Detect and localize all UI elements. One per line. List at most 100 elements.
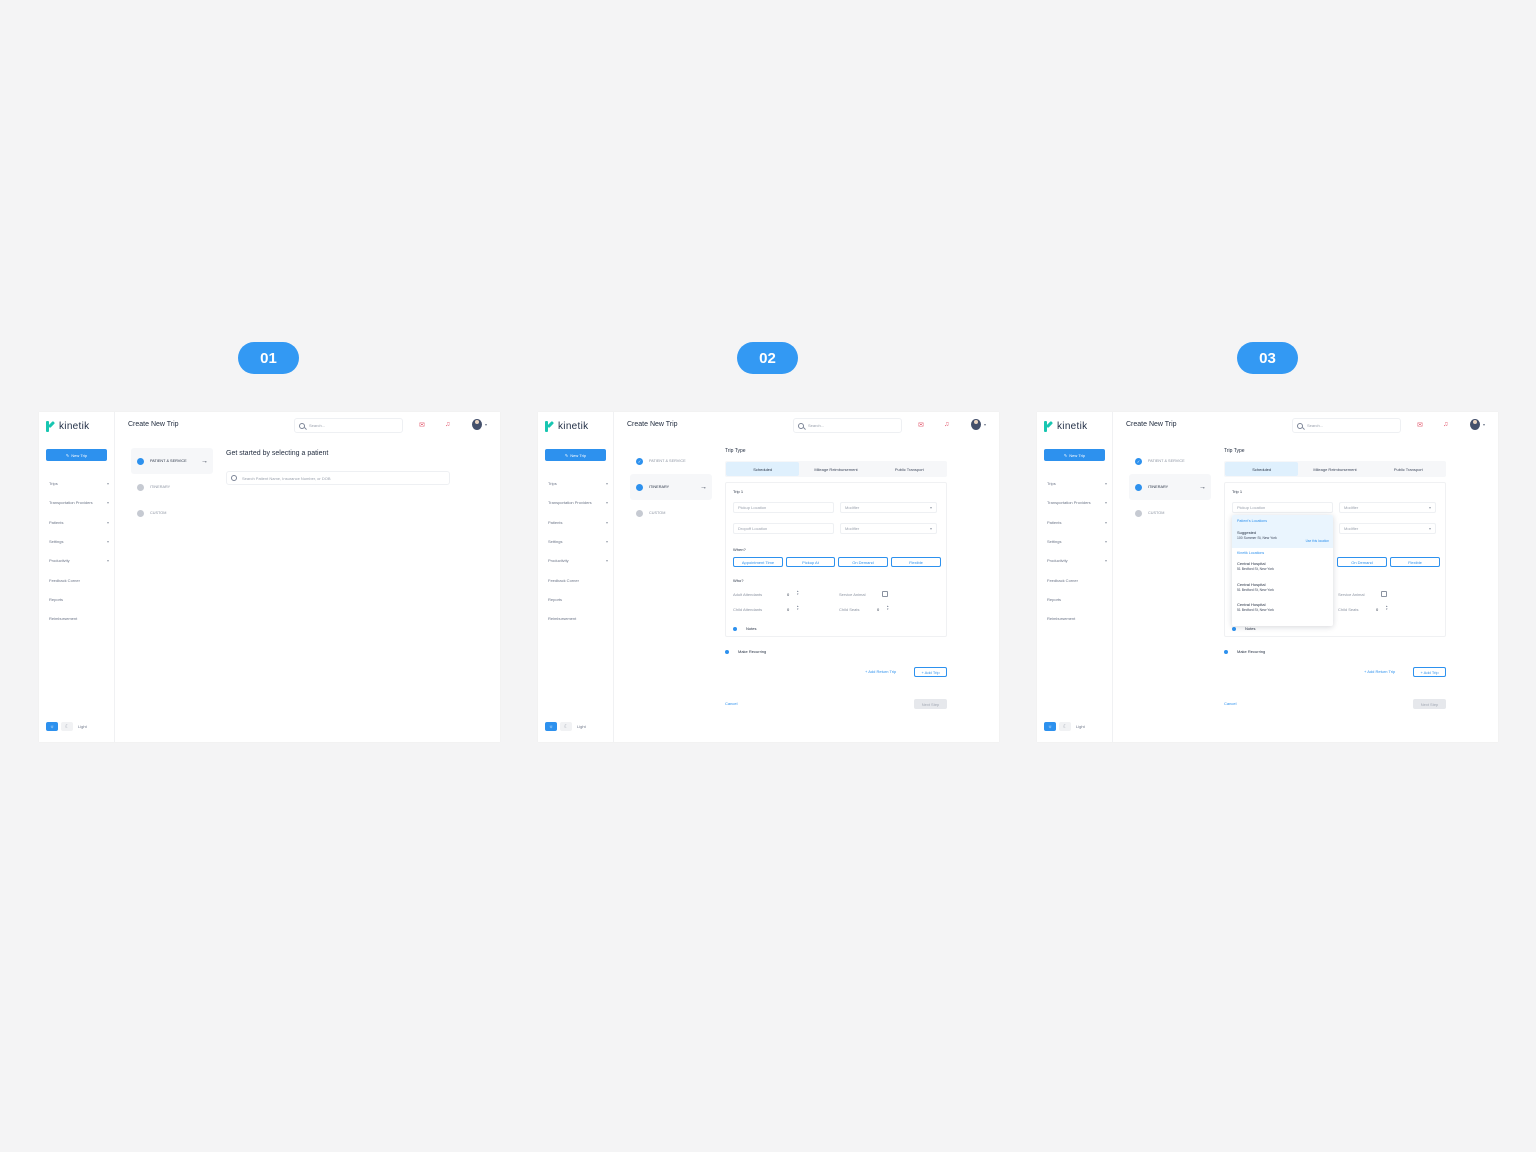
location-option[interactable]: Central Hospital 51 Bedford St, New York — [1232, 599, 1333, 620]
child-seats-value[interactable]: 0 — [1376, 607, 1378, 612]
dropoff-location-input[interactable]: Dropoff Location — [733, 523, 834, 534]
add-trip-button[interactable]: + Add Trip — [914, 667, 947, 677]
add-return-trip-link[interactable]: + Add Return Trip — [1364, 669, 1395, 674]
chevron-down-icon[interactable]: ▾ — [984, 422, 986, 427]
add-return-trip-link[interactable]: + Add Return Trip — [865, 669, 896, 674]
step-custom[interactable]: CUSTOM — [630, 500, 712, 526]
sidebar-item-transportation-providers[interactable]: Transportation Providers ▾ — [49, 493, 109, 512]
avatar[interactable] — [472, 419, 482, 430]
moon-icon[interactable]: ☾ — [61, 722, 73, 731]
mail-icon[interactable]: ✉ — [1417, 421, 1423, 429]
when-flexible[interactable]: Flexible — [1390, 557, 1440, 567]
stepper-arrows-icon[interactable]: ▴ ▾ — [797, 605, 799, 611]
sidebar-item-settings[interactable]: Settings ▾ — [49, 532, 109, 551]
adult-attendants-value[interactable]: 0 — [787, 592, 789, 597]
mail-icon[interactable]: ✉ — [419, 421, 425, 429]
sidebar-item-productivity[interactable]: Productivity ▾ — [548, 551, 608, 570]
global-search-input[interactable]: Search... — [1292, 418, 1401, 433]
logo[interactable]: kinetik — [1044, 420, 1087, 432]
sidebar-item-patients[interactable]: Patients ▾ — [49, 513, 109, 532]
new-trip-button[interactable]: ✎ New Trip — [46, 449, 107, 461]
recurring-toggle[interactable] — [725, 650, 729, 654]
sidebar-item-reimbursement[interactable]: Reimbursement — [49, 609, 109, 628]
sidebar-item-productivity[interactable]: Productivity ▾ — [49, 551, 109, 570]
sun-icon[interactable]: ☼ — [545, 722, 557, 731]
sidebar-item-productivity[interactable]: Productivity ▾ — [1047, 551, 1107, 570]
tab-scheduled[interactable]: Scheduled — [1225, 462, 1299, 476]
step-patient-service[interactable]: ✓ PATIENT & SERVICE — [1129, 448, 1211, 474]
sidebar-item-trips[interactable]: Trips ▾ — [49, 474, 109, 493]
pickup-location-input[interactable]: Pickup Location — [1232, 502, 1333, 513]
patient-search-input[interactable]: Search Patient Name, Insurance Number, o… — [226, 471, 450, 485]
new-trip-button[interactable]: ✎ New Trip — [1044, 449, 1105, 461]
sidebar-item-trips[interactable]: Trips ▾ — [548, 474, 608, 493]
step-patient-service[interactable]: ✓ PATIENT & SERVICE — [630, 448, 712, 474]
sidebar-item-transportation-providers[interactable]: Transportation Providers ▾ — [548, 493, 608, 512]
mail-icon[interactable]: ✉ — [918, 421, 924, 429]
bell-icon[interactable]: ♫ — [944, 421, 949, 428]
cancel-link[interactable]: Cancel — [725, 701, 737, 706]
service-animal-checkbox[interactable] — [1381, 591, 1387, 597]
tab-scheduled[interactable]: Scheduled — [726, 462, 800, 476]
chevron-down-icon[interactable]: ▾ — [485, 422, 487, 427]
logo[interactable]: kinetik — [46, 420, 89, 432]
sun-icon[interactable]: ☼ — [1044, 722, 1056, 731]
sidebar-item-reimbursement[interactable]: Reimbursement — [548, 609, 608, 628]
when-on-demand[interactable]: On Demand — [838, 557, 888, 567]
when-appointment-time[interactable]: Appointment Time — [733, 557, 783, 567]
stepper-arrows-icon[interactable]: ▴ ▾ — [1386, 605, 1388, 611]
chevron-down-icon[interactable]: ▾ — [1483, 422, 1485, 427]
sidebar-item-reports[interactable]: Reports — [1047, 590, 1107, 609]
moon-icon[interactable]: ☾ — [560, 722, 572, 731]
tab-mileage-reimbursement[interactable]: Mileage Reimbursement — [1298, 462, 1371, 476]
step-itinerary[interactable]: ITINERARY — [131, 474, 213, 500]
use-location-link[interactable]: Use this location — [1306, 539, 1329, 543]
sun-icon[interactable]: ☼ — [46, 722, 58, 731]
notes-toggle[interactable] — [1232, 627, 1236, 631]
sidebar-item-reports[interactable]: Reports — [548, 590, 608, 609]
sidebar-item-patients[interactable]: Patients ▾ — [548, 513, 608, 532]
avatar[interactable] — [971, 419, 981, 430]
location-option[interactable]: Central Hospital 51 Bedford St, New York — [1232, 579, 1333, 600]
sidebar-item-feedback-corner[interactable]: Feedback Corner — [548, 570, 608, 589]
when-pickup-at[interactable]: Pickup At — [786, 557, 835, 567]
logo[interactable]: kinetik — [545, 420, 588, 432]
bell-icon[interactable]: ♫ — [445, 421, 450, 428]
global-search-input[interactable]: Search... — [294, 418, 403, 433]
when-flexible[interactable]: Flexible — [891, 557, 941, 567]
step-patient-service[interactable]: PATIENT & SERVICE → — [131, 448, 213, 474]
sidebar-item-feedback-corner[interactable]: Feedback Corner — [49, 570, 109, 589]
dropoff-modifier-select[interactable]: Modifier ▾ — [840, 523, 937, 534]
sidebar-item-feedback-corner[interactable]: Feedback Corner — [1047, 570, 1107, 589]
pickup-modifier-select[interactable]: Modifier ▾ — [1339, 502, 1436, 513]
avatar[interactable] — [1470, 419, 1480, 430]
dropoff-modifier-select[interactable]: Modifier ▾ — [1339, 523, 1436, 534]
service-animal-checkbox[interactable] — [882, 591, 888, 597]
stepper-arrows-icon[interactable]: ▴ ▾ — [887, 605, 889, 611]
suggested-location-option[interactable]: Suggested 100 Summer St, New York Use th… — [1232, 526, 1333, 548]
next-step-button[interactable]: Next Step — [914, 699, 947, 709]
sidebar-item-transportation-providers[interactable]: Transportation Providers ▾ — [1047, 493, 1107, 512]
recurring-toggle[interactable] — [1224, 650, 1228, 654]
add-trip-button[interactable]: + Add Trip — [1413, 667, 1446, 677]
sidebar-item-trips[interactable]: Trips ▾ — [1047, 474, 1107, 493]
sidebar-item-settings[interactable]: Settings ▾ — [548, 532, 608, 551]
sidebar-item-reports[interactable]: Reports — [49, 590, 109, 609]
step-itinerary[interactable]: ITINERARY → — [630, 474, 712, 500]
tab-public-transport[interactable]: Public Transport — [1372, 462, 1445, 476]
tab-public-transport[interactable]: Public Transport — [873, 462, 946, 476]
global-search-input[interactable]: Search... — [793, 418, 902, 433]
moon-icon[interactable]: ☾ — [1059, 722, 1071, 731]
bell-icon[interactable]: ♫ — [1443, 421, 1448, 428]
next-step-button[interactable]: Next Step — [1413, 699, 1446, 709]
step-custom[interactable]: CUSTOM — [131, 500, 213, 526]
child-attendants-value[interactable]: 0 — [787, 607, 789, 612]
cancel-link[interactable]: Cancel — [1224, 701, 1236, 706]
step-custom[interactable]: CUSTOM — [1129, 500, 1211, 526]
pickup-location-input[interactable]: Pickup Location — [733, 502, 834, 513]
sidebar-item-settings[interactable]: Settings ▾ — [1047, 532, 1107, 551]
pickup-modifier-select[interactable]: Modifier ▾ — [840, 502, 937, 513]
sidebar-item-patients[interactable]: Patients ▾ — [1047, 513, 1107, 532]
notes-toggle[interactable] — [733, 627, 737, 631]
new-trip-button[interactable]: ✎ New Trip — [545, 449, 606, 461]
